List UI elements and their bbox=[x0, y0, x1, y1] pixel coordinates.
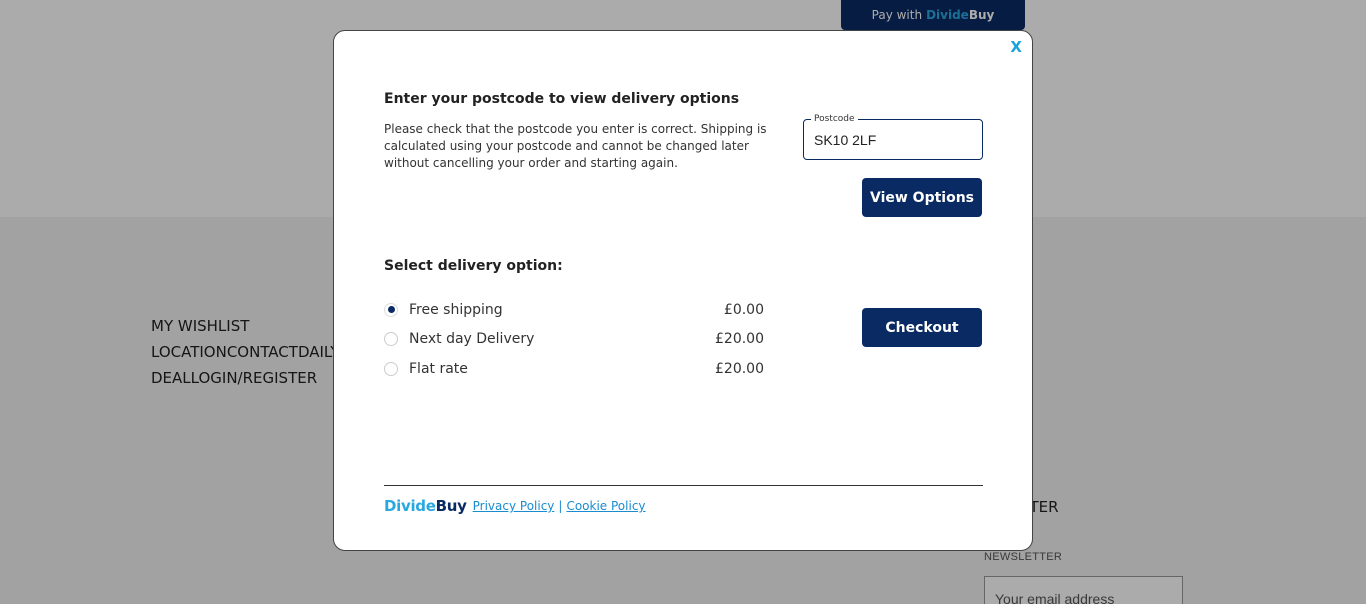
option-price: £20.00 bbox=[715, 331, 764, 348]
close-button[interactable]: X bbox=[1010, 38, 1022, 56]
option-label: Next day Delivery bbox=[409, 331, 535, 348]
delivery-options-modal: X Enter your postcode to view delivery o… bbox=[333, 30, 1033, 551]
select-delivery-title: Select delivery option: bbox=[384, 258, 563, 274]
postcode-label: Postcode bbox=[811, 114, 858, 124]
delivery-options-list: Free shipping £0.00 Next day Delivery £2… bbox=[384, 295, 764, 384]
option-price: £20.00 bbox=[715, 360, 764, 377]
option-label: Free shipping bbox=[409, 301, 503, 318]
postcode-field: Postcode bbox=[803, 114, 983, 160]
radio-free-shipping[interactable] bbox=[384, 302, 398, 317]
privacy-policy-link[interactable]: Privacy Policy bbox=[473, 499, 555, 513]
delivery-option-next-day[interactable]: Next day Delivery £20.00 bbox=[384, 325, 764, 355]
view-options-button[interactable]: View Options bbox=[862, 178, 982, 217]
cookie-policy-link[interactable]: Cookie Policy bbox=[566, 499, 645, 513]
option-label: Flat rate bbox=[409, 360, 468, 377]
option-price: £0.00 bbox=[723, 301, 764, 318]
modal-title: Enter your postcode to view delivery opt… bbox=[384, 91, 740, 107]
checkout-button[interactable]: Checkout bbox=[862, 308, 982, 347]
link-separator: | bbox=[558, 499, 563, 513]
postcode-input[interactable] bbox=[803, 119, 983, 160]
footer-divider bbox=[384, 485, 983, 486]
delivery-option-flat-rate[interactable]: Flat rate £20.00 bbox=[384, 354, 764, 384]
radio-flat-rate[interactable] bbox=[384, 361, 398, 376]
modal-description: Please check that the postcode you enter… bbox=[384, 122, 767, 170]
delivery-option-free[interactable]: Free shipping £0.00 bbox=[384, 295, 764, 325]
radio-next-day-delivery[interactable] bbox=[384, 332, 398, 347]
dividebuy-logo: DivideBuy bbox=[384, 497, 467, 515]
modal-footer: DivideBuy Privacy Policy | Cookie Policy bbox=[384, 497, 646, 515]
